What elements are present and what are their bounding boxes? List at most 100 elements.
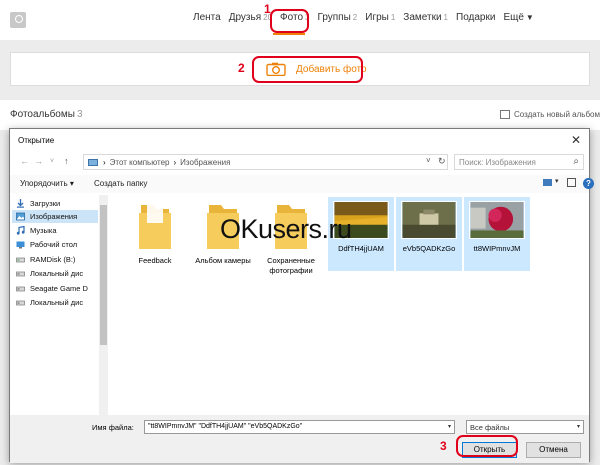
sidebar-item-desktop[interactable]: Рабочий стол xyxy=(16,238,100,251)
forward-arrow-icon[interactable]: → xyxy=(34,156,43,166)
sidebar-item-label: RAMDisk (B:) xyxy=(30,255,76,264)
sidebar-item-label: Рабочий стол xyxy=(30,240,78,249)
sidebar-item-pictures[interactable]: Изображения xyxy=(12,210,98,223)
file-label: eVb5QADKzGo xyxy=(402,244,456,253)
pictures-icon xyxy=(16,212,25,221)
nav-gifts-label: Подарки xyxy=(456,12,496,23)
scrollbar-thumb[interactable] xyxy=(100,205,107,345)
breadcrumb-pictures[interactable]: Изображения xyxy=(180,158,230,167)
up-arrow-icon[interactable]: ↑ xyxy=(64,156,69,166)
preview-pane-icon[interactable] xyxy=(567,178,576,187)
drive-icon xyxy=(16,286,25,292)
file-label: Сохраненные фотографии xyxy=(267,256,315,275)
nav-games[interactable]: Игры 1 xyxy=(365,12,395,23)
file-item-evb5qadkzgo[interactable]: eVb5QADKzGo xyxy=(396,197,462,271)
sidebar-item-label: Локальный дис xyxy=(30,269,84,278)
file-item-tt8wipmnvjm[interactable]: tt8WIPmnvJM xyxy=(464,197,530,271)
address-bar[interactable]: › Этот компьютер › Изображения xyxy=(83,154,448,170)
file-label: Feedback xyxy=(138,256,172,265)
dialog-toolbar: Упорядочить ▾ Создать папку ▾ ? xyxy=(10,175,594,193)
chevron-right-icon: › xyxy=(173,157,177,167)
nav-more-label: Ещё xyxy=(503,12,524,23)
chevron-down-icon[interactable]: ▾ xyxy=(555,177,559,185)
nav-groups-count: 2 xyxy=(352,13,358,22)
desktop-icon xyxy=(16,241,25,249)
breadcrumb-computer[interactable]: Этот компьютер xyxy=(110,158,170,167)
albums-title: Фотоальбомы 3 xyxy=(10,109,83,120)
sidebar-item-label: Локальный дис xyxy=(30,298,84,307)
cancel-button[interactable]: Отмена xyxy=(526,442,581,458)
chevron-down-icon[interactable]: ▾ xyxy=(448,423,451,430)
nav-friends-label: Друзья xyxy=(228,12,262,23)
sidebar-item-label: Изображения xyxy=(30,212,78,221)
filename-input[interactable]: "tt8WIPmnvJM" "DdfTH4jjUAM" "eVb5QADKzGo… xyxy=(144,420,455,434)
nav-more[interactable]: Ещё ▼ xyxy=(503,12,533,23)
sidebar-item-local-disk-2[interactable]: Локальный дис xyxy=(16,296,100,309)
filetype-select[interactable]: Все файлы ▾ xyxy=(466,420,584,434)
file-label: Альбом камеры xyxy=(195,256,251,265)
active-tab-indicator xyxy=(273,33,305,35)
nav-games-count: 1 xyxy=(390,13,396,22)
address-dropdown-icon[interactable]: ˅ xyxy=(426,156,431,165)
navigation-pane: Загрузки Изображения Музыка Рабочий стол… xyxy=(10,195,100,415)
view-mode-icon[interactable] xyxy=(543,179,552,186)
albums-title-text: Фотоальбомы xyxy=(10,109,75,120)
annotation-box-2 xyxy=(252,56,363,83)
open-file-dialog: Открытие ✕ ← → ˅ ↑ › Этот компьютер › Из… xyxy=(9,128,594,463)
nav-notes[interactable]: Заметки 1 xyxy=(403,12,448,23)
create-album-link[interactable]: Создать новый альбом xyxy=(500,110,600,119)
nav-feed-label: Лента xyxy=(193,12,221,23)
help-icon[interactable]: ? xyxy=(583,178,594,189)
image-thumbnail xyxy=(401,201,457,239)
sidebar-item-seagate[interactable]: Seagate Game D xyxy=(16,282,100,295)
file-item-feedback[interactable]: Feedback xyxy=(122,201,188,266)
search-input[interactable]: Поиск: Изображения ⌕ xyxy=(454,154,584,170)
computer-icon xyxy=(88,158,98,166)
download-icon xyxy=(17,199,24,208)
history-chevron-icon[interactable]: ˅ xyxy=(50,158,54,165)
nav-groups-label: Группы xyxy=(317,12,351,23)
music-icon xyxy=(16,226,25,235)
caret-down-icon: ▼ xyxy=(525,13,534,22)
sidebar-item-ramdisk[interactable]: RAMDisk (B:) xyxy=(16,253,100,266)
main-nav: Лента Друзья 20 Фото 3 Группы 2 Игры 1 Замет… xyxy=(193,12,542,23)
annotation-box-3 xyxy=(456,435,518,457)
new-folder-button[interactable]: Создать папку xyxy=(94,179,147,188)
create-album-label: Создать новый альбом xyxy=(514,110,600,119)
image-thumbnail xyxy=(469,201,525,239)
drive-icon xyxy=(16,257,25,263)
back-arrow-icon[interactable]: ← xyxy=(20,156,29,166)
nav-gifts[interactable]: Подарки xyxy=(456,12,495,23)
file-label: DdfTH4jjUAM xyxy=(338,244,384,253)
chevron-right-icon: › xyxy=(103,157,106,167)
nav-notes-count: 1 xyxy=(443,13,448,22)
nav-groups[interactable]: Группы 2 xyxy=(317,12,357,23)
close-icon[interactable]: ✕ xyxy=(571,133,581,147)
filetype-value: Все файлы xyxy=(470,423,510,432)
refresh-icon[interactable]: ↻ xyxy=(438,156,446,167)
watermark-text: OKusers.ru xyxy=(220,214,352,244)
annotation-number-3: 3 xyxy=(440,439,447,453)
address-row: ← → ˅ ↑ › Этот компьютер › Изображения ˅… xyxy=(10,151,589,173)
annotation-box-1 xyxy=(270,9,309,33)
filename-label: Имя файла: xyxy=(92,423,134,432)
sidebar-item-label: Загрузки xyxy=(30,199,61,208)
avatar[interactable] xyxy=(10,12,26,28)
nav-notes-label: Заметки xyxy=(403,12,442,23)
sidebar-item-label: Seagate Game D xyxy=(30,284,88,293)
search-placeholder: Поиск: Изображения xyxy=(459,158,536,167)
search-icon: ⌕ xyxy=(573,156,579,167)
sidebar-item-downloads[interactable]: Загрузки xyxy=(16,197,100,210)
nav-games-label: Игры xyxy=(365,12,389,23)
album-icon xyxy=(500,110,510,119)
folder-icon xyxy=(139,203,171,249)
albums-section: Фотоальбомы 3 Создать новый альбом xyxy=(0,100,600,130)
sidebar-item-music[interactable]: Музыка xyxy=(16,224,100,237)
organize-button[interactable]: Упорядочить ▾ xyxy=(20,179,74,188)
sidebar-scrollbar[interactable] xyxy=(99,195,108,415)
nav-feed[interactable]: Лента xyxy=(193,12,221,23)
sidebar-item-local-disk[interactable]: Локальный дис xyxy=(16,267,100,280)
dialog-title: Открытие xyxy=(18,136,55,145)
file-label: tt8WIPmnvJM xyxy=(473,244,521,253)
chevron-down-icon: ▾ xyxy=(576,424,580,430)
